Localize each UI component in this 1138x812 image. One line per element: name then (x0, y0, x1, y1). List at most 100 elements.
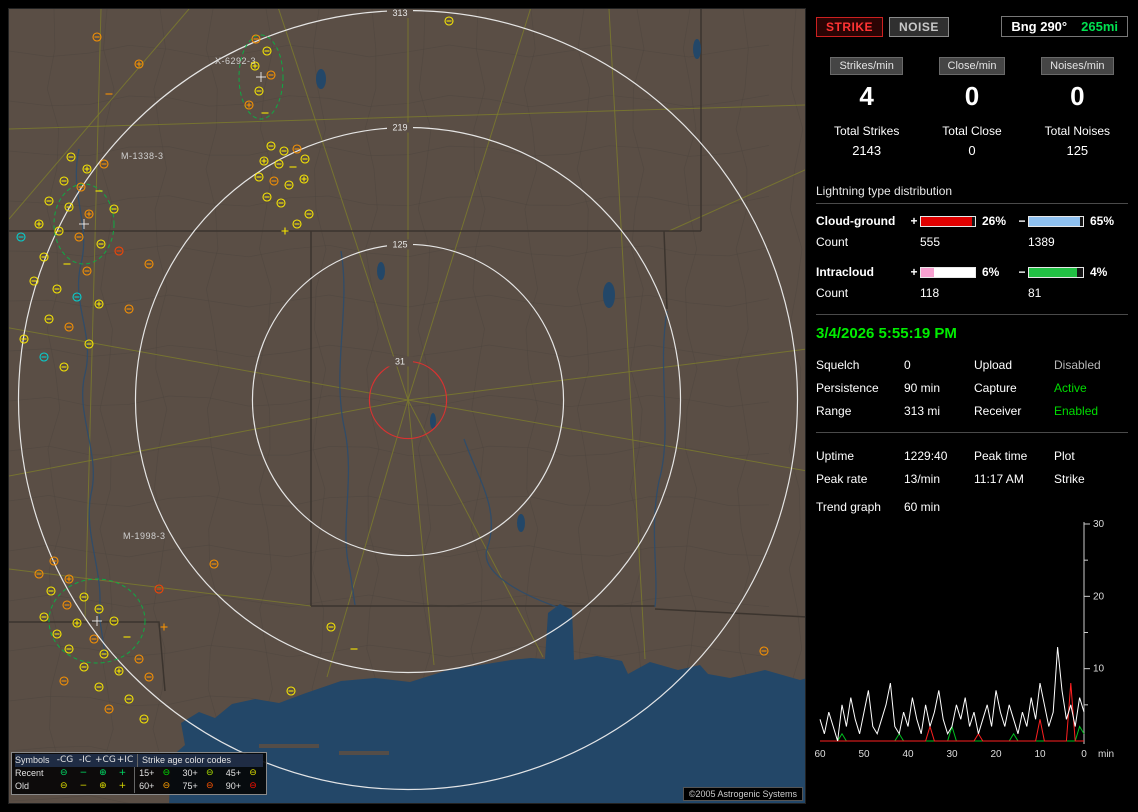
capture-label: Capture (974, 381, 1054, 395)
receiver-label: Receiver (974, 404, 1054, 418)
noises-per-min-value: 0 (1025, 81, 1130, 112)
intracloud-label: Intracloud (816, 265, 908, 279)
trend-graph-window[interactable]: 60 min (904, 500, 1128, 514)
ic-negative-bar (1028, 267, 1084, 278)
svg-text:0: 0 (1081, 749, 1087, 760)
svg-text:125: 125 (392, 239, 407, 249)
svg-text:30: 30 (946, 749, 958, 760)
settings-grid: Squelch 0 Upload Disabled Persistence 90… (816, 358, 1128, 418)
legend-symbol: ⊕ (93, 780, 113, 793)
legend-age-text: 90+ (226, 780, 241, 793)
legend-age-title: Strike age color codes (137, 754, 263, 767)
total-close-value: 0 (919, 143, 1024, 158)
cg-negative-bar (1028, 216, 1084, 227)
legend-age-text: 75+ (182, 780, 197, 793)
upload-label: Upload (974, 358, 1054, 372)
legend-col-header: -IC (75, 754, 95, 767)
status-panel: STRIKE NOISE Bng 290° 265mi Strikes/min … (814, 8, 1130, 804)
svg-text:313: 313 (392, 9, 407, 18)
legend-symbol: ⊖ (54, 780, 74, 793)
legend-symbol: ⊖ (54, 767, 74, 780)
legend-symbol: − (74, 780, 94, 793)
plot-type-value[interactable]: Strike (1054, 472, 1128, 486)
noises-per-min-column: Noises/min 0 Total Noises 125 (1025, 57, 1130, 158)
bearing-distance: 265mi (1081, 19, 1118, 34)
svg-text:X-6292-3: X-6292-3 (215, 56, 256, 66)
uptime-value: 1229:40 (904, 449, 974, 463)
total-strikes-value: 2143 (814, 143, 919, 158)
legend-symbols-header: Symbols (15, 754, 55, 767)
cg-positive-count: 555 (920, 235, 976, 249)
range-label: Range (816, 404, 904, 418)
svg-text:min: min (1098, 749, 1114, 760)
legend-age-item: 90+⊖ (226, 780, 263, 793)
strikes-per-min-column: Strikes/min 4 Total Strikes 2143 (814, 57, 919, 158)
legend-age-codes: 15+⊖30+⊖45+⊖ (134, 767, 263, 780)
svg-text:40: 40 (902, 749, 914, 760)
capture-status: Active (1054, 381, 1128, 395)
legend-col-header: -CG (55, 754, 75, 767)
ic-negative-count: 81 (1028, 286, 1084, 300)
strike-indicator: STRIKE (816, 17, 883, 37)
intracloud-row: Intracloud + 6% − 4% (816, 265, 1128, 279)
legend-row-recent: Recent⊖−⊕+15+⊖30+⊖45+⊖ (15, 767, 263, 780)
bearing-readout: Bng 290° 265mi (1001, 16, 1128, 37)
legend-age-symbol: ⊖ (243, 780, 263, 793)
legend-age-text: 30+ (182, 767, 197, 780)
cloud-ground-count-row: Count 555 1389 (816, 235, 1128, 249)
legend-symbol: − (74, 767, 94, 780)
cg-count-label: Count (816, 235, 908, 249)
bearing-label: Bng 290° (1011, 19, 1067, 34)
uptime-label: Uptime (816, 449, 904, 463)
legend-age-symbol: ⊖ (200, 780, 220, 793)
peak-time-value: 11:17 AM (974, 472, 1054, 486)
distribution-title: Lightning type distribution (816, 184, 1128, 204)
divider (816, 432, 1128, 433)
total-strikes-label: Total Strikes (814, 124, 919, 138)
ic-positive-sign: + (908, 265, 920, 279)
legend-age-item: 15+⊖ (139, 767, 176, 780)
noises-per-min-label: Noises/min (1041, 57, 1113, 75)
svg-text:60: 60 (814, 749, 826, 760)
cg-positive-bar (920, 216, 976, 227)
cg-positive-percent: 26% (976, 214, 1016, 228)
legend-age-text: 15+ (139, 767, 154, 780)
total-noises-value: 125 (1025, 143, 1130, 158)
legend-age-item: 75+⊖ (182, 780, 219, 793)
trend-chart: 1020306050403020100min (814, 516, 1130, 774)
ic-negative-sign: − (1016, 265, 1028, 279)
legend-age-item: 45+⊖ (226, 767, 263, 780)
ic-positive-bar (920, 267, 976, 278)
rate-stats: Strikes/min 4 Total Strikes 2143 Close/m… (814, 57, 1130, 158)
session-grid: Uptime 1229:40 Peak time Plot Peak rate … (816, 449, 1128, 486)
legend-age-text: 45+ (226, 767, 241, 780)
svg-text:31: 31 (395, 356, 405, 366)
legend-symbol: + (113, 767, 133, 780)
receiver-status: Enabled (1054, 404, 1128, 418)
legend-age-symbol: ⊖ (200, 767, 220, 780)
ic-positive-count: 118 (920, 286, 976, 300)
cloud-ground-label: Cloud-ground (816, 214, 908, 228)
svg-text:M-1998-3: M-1998-3 (123, 531, 166, 541)
range-value: 313 mi (904, 404, 974, 418)
legend-row-old: Old⊖−⊕+60+⊖75+⊖90+⊖ (15, 780, 263, 793)
cg-negative-sign: − (1016, 214, 1028, 228)
persistence-label: Persistence (816, 381, 904, 395)
noise-indicator: NOISE (889, 17, 949, 37)
cg-negative-percent: 65% (1084, 214, 1124, 228)
intracloud-count-row: Count 118 81 (816, 286, 1128, 300)
legend-age-text: 60+ (139, 780, 154, 793)
svg-text:10: 10 (1093, 664, 1105, 675)
copyright: ©2005 Astrogenic Systems (683, 787, 803, 801)
peak-time-label: Peak time (974, 449, 1054, 463)
squelch-value: 0 (904, 358, 974, 372)
close-per-min-column: Close/min 0 Total Close 0 (919, 57, 1024, 158)
ic-count-label: Count (816, 286, 908, 300)
trend-graph-label: Trend graph (816, 500, 904, 514)
legend-row-label: Old (15, 780, 54, 793)
close-per-min-label: Close/min (939, 57, 1006, 75)
plot-label: Plot (1054, 449, 1128, 463)
total-close-label: Total Close (919, 124, 1024, 138)
total-noises-label: Total Noises (1025, 124, 1130, 138)
legend-age-symbol: ⊖ (156, 767, 176, 780)
